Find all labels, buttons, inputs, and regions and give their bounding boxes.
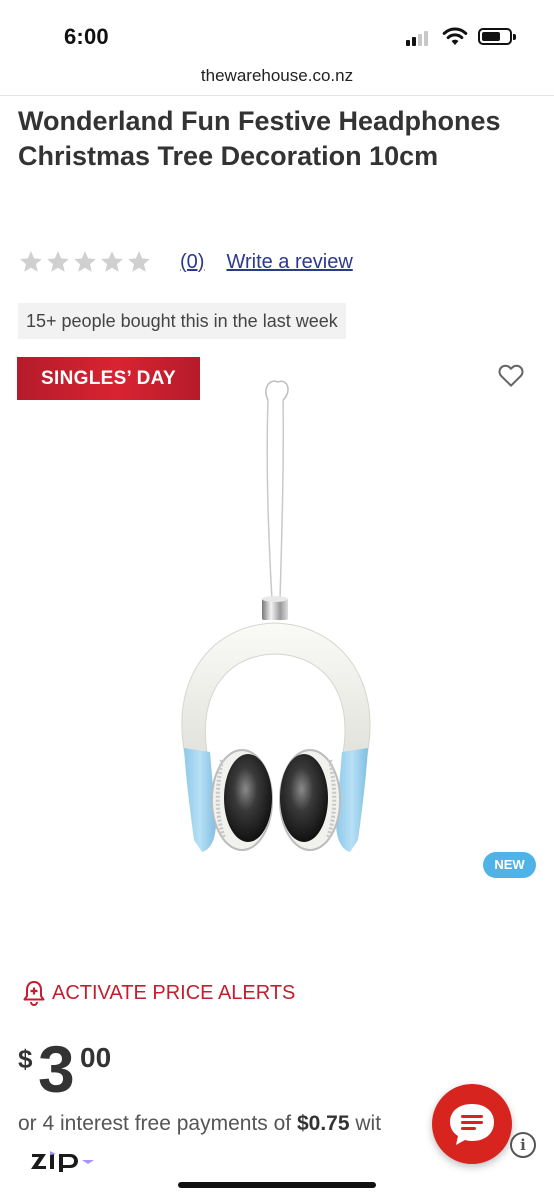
price-alert-button[interactable]: ACTIVATE PRICE ALERTS xyxy=(22,978,295,1008)
status-time: 6:00 xyxy=(64,24,109,49)
info-icon[interactable]: i xyxy=(510,1132,536,1158)
divider xyxy=(0,95,554,96)
installment-info: or 4 interest free payments of $0.75 wit xyxy=(18,1112,438,1136)
price-dollars: 3 xyxy=(38,1032,75,1106)
url-bar[interactable]: thewarehouse.co.nz xyxy=(0,66,554,86)
review-count-link[interactable]: (0) xyxy=(180,251,204,274)
new-badge: NEW xyxy=(483,852,536,878)
installment-prefix: or 4 interest free payments of xyxy=(18,1112,297,1135)
star-icon xyxy=(74,251,96,272)
star-icon xyxy=(128,251,150,272)
product-image[interactable] xyxy=(150,370,410,870)
home-indicator xyxy=(178,1182,376,1188)
chat-bubble-icon xyxy=(450,1104,494,1145)
product-title: Wonderland Fun Festive Headphones Christ… xyxy=(18,106,501,171)
cellular-signal-icon xyxy=(406,30,432,46)
star-icon xyxy=(47,251,69,272)
price-alert-label: ACTIVATE PRICE ALERTS xyxy=(52,981,296,1004)
installment-suffix: wit xyxy=(349,1112,382,1135)
battery-icon xyxy=(478,28,516,45)
social-proof-badge: 15+ people bought this in the last week xyxy=(18,303,346,339)
chat-button[interactable] xyxy=(432,1084,512,1164)
heart-icon[interactable] xyxy=(496,360,526,390)
status-bar: 6:00 xyxy=(0,0,554,60)
rating-row: (0) Write a review xyxy=(18,248,353,276)
star-icon xyxy=(20,251,42,272)
zip-logo xyxy=(31,1151,94,1172)
price-cents: 00 xyxy=(80,1042,112,1073)
star-icon xyxy=(101,251,123,272)
star-rating xyxy=(18,249,152,275)
write-review-link[interactable]: Write a review xyxy=(226,251,352,274)
wifi-icon xyxy=(442,27,468,45)
installment-amount: $0.75 xyxy=(296,1112,350,1135)
bell-alert-icon xyxy=(23,981,45,1006)
price-currency: $ xyxy=(18,1044,33,1074)
